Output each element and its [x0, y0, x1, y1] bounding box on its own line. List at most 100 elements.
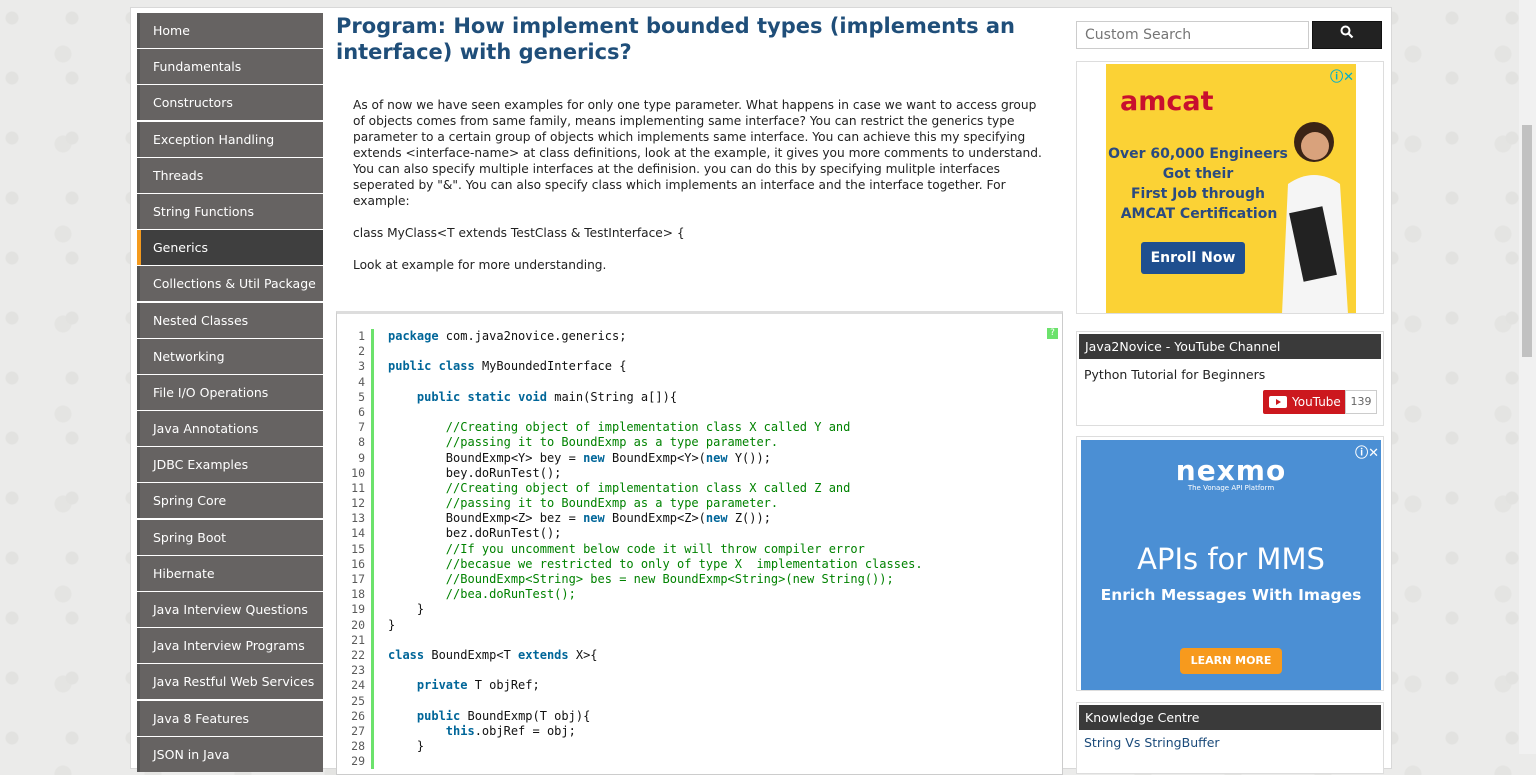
- code-line: 13 BoundExmp<Z> bez = new BoundExmp<Z>(n…: [337, 511, 1062, 527]
- subscriber-count: 139: [1345, 390, 1377, 414]
- ad-close-icon[interactable]: ⓘ✕: [1330, 66, 1354, 85]
- line-number: 25: [351, 693, 365, 708]
- page-scrollbar[interactable]: [1519, 0, 1536, 754]
- youtube-subscribe-button[interactable]: YouTube 139: [1263, 390, 1377, 414]
- gutter-bar: [371, 556, 374, 572]
- gutter-bar: [371, 602, 374, 618]
- page-container: Home Fundamentals Constructors Exception Ha…: [130, 7, 1392, 775]
- code-line: 3 public class MyBoundedInterface {: [337, 359, 1062, 375]
- code-text: }: [388, 617, 396, 632]
- gutter-bar: [371, 541, 374, 557]
- sidebar-item-file-i-o-operations[interactable]: File I/O Operations: [137, 374, 323, 410]
- more-understanding-text: Look at example for more understanding.: [353, 258, 607, 272]
- scrollbar-thumb[interactable]: [1522, 125, 1532, 357]
- sidebar-item-jdbc-examples[interactable]: JDBC Examples: [137, 447, 323, 483]
- gutter-bar: [371, 632, 374, 648]
- sidebar-item-networking[interactable]: Networking: [137, 338, 323, 374]
- youtube-button-label: YouTube: [1292, 395, 1341, 409]
- line-number: 8: [358, 435, 365, 450]
- line-number: 16: [351, 556, 365, 571]
- code-line: 22 class BoundExmp<T extends X>{: [337, 647, 1062, 664]
- gutter-bar: [371, 450, 374, 466]
- line-number: 12: [351, 496, 365, 511]
- line-number: 2: [358, 344, 365, 359]
- youtube-channel-link[interactable]: Python Tutorial for Beginners: [1077, 367, 1383, 382]
- sidebar-nav: Home Fundamentals Constructors Exception Ha…: [137, 13, 323, 773]
- sidebar-item-java-interview-questions[interactable]: Java Interview Questions: [137, 592, 323, 627]
- gutter-bar: [371, 617, 374, 633]
- sidebar-item-generics[interactable]: Generics: [137, 230, 323, 266]
- code-line: 17 //BoundExmp<String> bes = new BoundEx…: [337, 572, 1062, 588]
- code-line: 10 bey.doRunTest();: [337, 465, 1062, 481]
- search-button[interactable]: [1312, 21, 1382, 49]
- sidebar-item-hibernate[interactable]: Hibernate: [137, 555, 323, 591]
- code-line: 9 BoundExmp<Y> bey = new BoundExmp<Y>(ne…: [337, 450, 1062, 466]
- ad-close-icon[interactable]: ⓘ✕: [1355, 442, 1379, 461]
- line-number: 22: [351, 647, 365, 662]
- code-text: bey.doRunTest();: [388, 465, 562, 480]
- sidebar-item-spring-core[interactable]: Spring Core: [137, 483, 323, 519]
- sidebar-item-java-annotations[interactable]: Java Annotations: [137, 411, 323, 447]
- code-line: 24 private T objRef;: [337, 678, 1062, 694]
- sidebar-item-collections-util-package[interactable]: Collections & Util Package: [137, 266, 323, 302]
- code-line: 4: [337, 374, 1062, 390]
- code-text: }: [388, 739, 425, 754]
- code-text: public static void main(String a[]){: [416, 389, 678, 404]
- code-text: //passing it to BoundExmp as a type para…: [445, 496, 779, 511]
- code-line: 23: [337, 663, 1062, 679]
- line-number: 15: [351, 541, 365, 556]
- code-line: 16 //becasue we restricted to only of ty…: [337, 556, 1062, 572]
- gutter-bar: [371, 344, 374, 360]
- code-line: 2: [337, 344, 1062, 360]
- intro-text: As of now we have seen examples for only…: [353, 97, 1051, 273]
- example-declaration: class MyClass<T extends TestClass & Test…: [353, 226, 685, 240]
- amcat-ad[interactable]: amcat Over 60,000 Engineers Got their Fi…: [1076, 61, 1384, 314]
- sidebar-item-fundamentals[interactable]: Fundamentals: [137, 49, 323, 85]
- gutter-bar: [371, 663, 374, 679]
- nexmo-ad-banner[interactable]: nexmo The Vonage API Platform APIs for M…: [1081, 440, 1381, 690]
- code-line: 19 }: [337, 602, 1062, 618]
- gutter-bar: [371, 678, 374, 694]
- sidebar-item-exception-handling[interactable]: Exception Handling: [137, 121, 323, 157]
- code-text: class BoundExmp<T extends X>{: [388, 647, 598, 662]
- enroll-now-button[interactable]: Enroll Now: [1141, 242, 1245, 274]
- nexmo-ad[interactable]: nexmo The Vonage API Platform APIs for M…: [1076, 436, 1384, 691]
- sidebar-item-home[interactable]: Home: [137, 13, 323, 48]
- code-text: public class MyBoundedInterface {: [388, 359, 627, 374]
- code-line: 25: [337, 693, 1062, 709]
- sidebar-item-json-in-java[interactable]: JSON in Java: [137, 736, 323, 772]
- line-number: 26: [351, 708, 365, 723]
- search-icon: [1340, 25, 1354, 43]
- search-input[interactable]: [1076, 21, 1309, 49]
- sidebar-item-nested-classes[interactable]: Nested Classes: [137, 302, 323, 338]
- amcat-line-4: AMCAT Certification: [1120, 206, 1278, 222]
- sidebar-item-spring-boot[interactable]: Spring Boot: [137, 519, 323, 555]
- code-line: 1 package com.java2novice.generics;: [337, 329, 1062, 345]
- line-number: 11: [351, 480, 365, 495]
- sidebar-item-java-restful-web-services[interactable]: Java Restful Web Services: [137, 664, 323, 700]
- code-line: 11 //Creating object of implementation c…: [337, 480, 1062, 497]
- amcat-ad-banner[interactable]: amcat Over 60,000 Engineers Got their Fi…: [1106, 64, 1356, 313]
- code-text: //passing it to BoundExmp as a type para…: [445, 435, 779, 450]
- sidebar-item-string-functions[interactable]: String Functions: [137, 193, 323, 229]
- learn-more-button[interactable]: LEARN MORE: [1180, 648, 1282, 674]
- sidebar-item-threads[interactable]: Threads: [137, 157, 323, 193]
- line-number: 27: [351, 723, 365, 738]
- knowledge-centre-link[interactable]: String Vs StringBuffer: [1077, 735, 1383, 750]
- code-line: 27 this.objRef = obj;: [337, 723, 1062, 740]
- line-number: 10: [351, 465, 365, 480]
- sidebar-item-constructors[interactable]: Constructors: [137, 85, 323, 121]
- line-number: 13: [351, 511, 365, 526]
- code-text: this.objRef = obj;: [445, 723, 576, 738]
- code-block[interactable]: ? 1 package com.java2novice.generics; 2 3 pu…: [336, 311, 1063, 775]
- line-number: 29: [351, 754, 365, 769]
- amcat-line-2: Got their: [1162, 166, 1234, 182]
- code-lines: 1 package com.java2novice.generics; 2 3 publ…: [337, 329, 1062, 770]
- line-number: 14: [351, 526, 365, 541]
- amcat-logo: amcat: [1120, 86, 1214, 117]
- knowledge-centre-heading: Knowledge Centre: [1079, 705, 1381, 730]
- sidebar-item-java-interview-programs[interactable]: Java Interview Programs: [137, 628, 323, 664]
- code-line: 29: [337, 754, 1062, 770]
- youtube-button[interactable]: YouTube: [1263, 390, 1345, 414]
- sidebar-item-java-8-features[interactable]: Java 8 Features: [137, 700, 323, 736]
